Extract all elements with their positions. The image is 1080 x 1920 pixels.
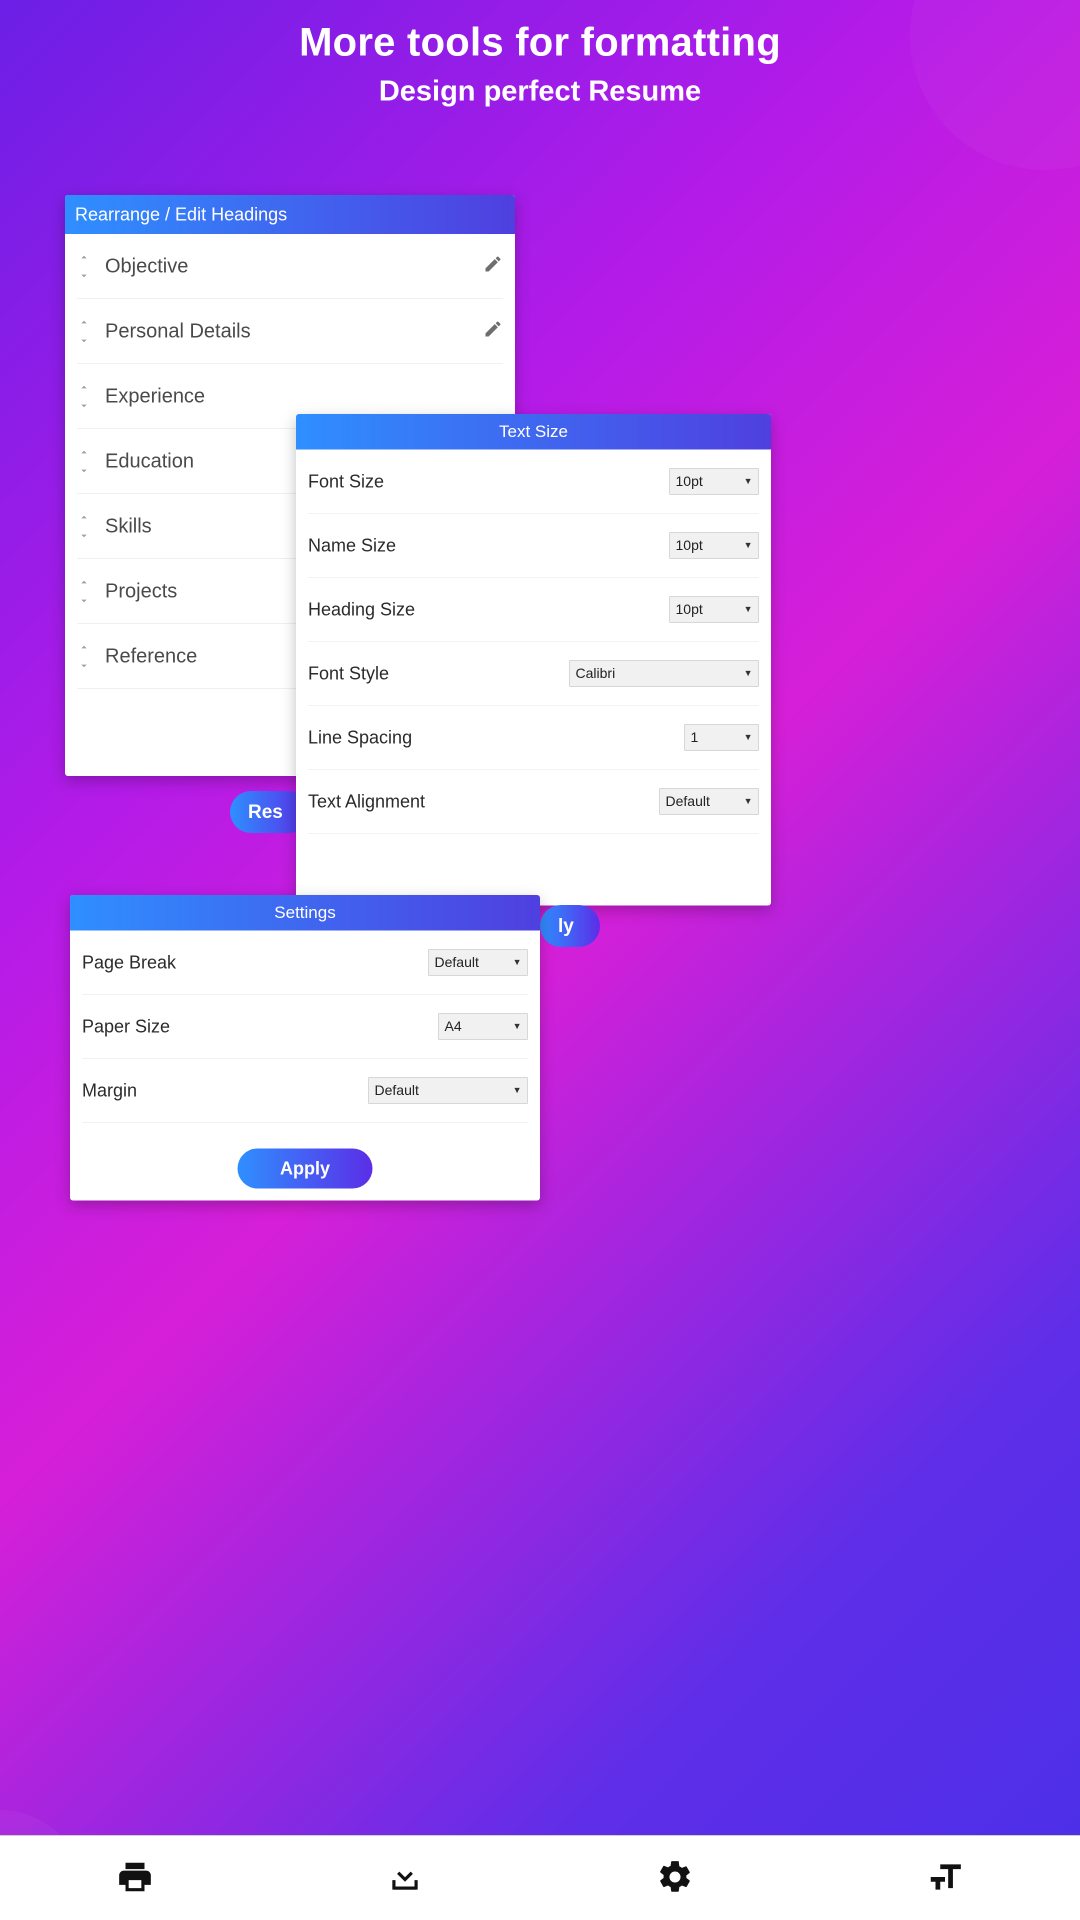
select-value: Default — [375, 1082, 419, 1098]
heading-label: Reference — [105, 645, 197, 668]
drag-handle-icon[interactable] — [77, 318, 91, 345]
drag-handle-icon[interactable] — [77, 578, 91, 605]
option-row: Heading Size 10pt ▼ — [308, 578, 759, 642]
print-icon — [116, 1858, 154, 1899]
heading-label: Experience — [105, 385, 205, 408]
option-row: Page Break Default ▼ — [82, 931, 528, 995]
bottombar-download[interactable] — [270, 1836, 540, 1920]
chevron-down-icon: ▼ — [744, 540, 753, 551]
option-row: Name Size 10pt ▼ — [308, 514, 759, 578]
textsize-apply-label: ly — [558, 915, 574, 937]
select[interactable]: Calibri ▼ — [569, 660, 759, 687]
select[interactable]: Default ▼ — [368, 1077, 528, 1104]
select[interactable]: Default ▼ — [659, 788, 759, 815]
select[interactable]: 10pt ▼ — [669, 468, 759, 495]
settings-apply-label: Apply — [280, 1158, 330, 1179]
gear-icon — [656, 1858, 694, 1899]
option-label: Font Size — [308, 471, 384, 492]
select[interactable]: A4 ▼ — [438, 1013, 528, 1040]
chevron-down-icon: ▼ — [744, 476, 753, 487]
settings-header: Settings — [70, 895, 540, 931]
bottom-bar — [0, 1835, 1080, 1920]
settings-apply-button[interactable]: Apply — [238, 1149, 373, 1189]
reset-button-label: Res — [248, 801, 283, 823]
chevron-down-icon: ▼ — [513, 1085, 522, 1096]
select-value: 1 — [691, 729, 699, 745]
option-label: Text Alignment — [308, 791, 425, 812]
option-row: Line Spacing1▼ — [308, 706, 759, 770]
edit-icon[interactable] — [483, 319, 503, 344]
chevron-down-icon: ▼ — [744, 604, 753, 615]
option-row: Font Size 10pt ▼ — [308, 450, 759, 514]
hero: More tools for formatting Design perfect… — [0, 19, 1080, 108]
chevron-down-icon: ▼ — [744, 796, 753, 807]
select-value: A4 — [445, 1018, 462, 1034]
option-label: Line Spacing — [308, 727, 412, 748]
textsize-header: Text Size — [296, 414, 771, 450]
option-label: Margin — [82, 1080, 137, 1101]
chevron-down-icon: ▼ — [744, 732, 753, 743]
select-value: Calibri — [576, 665, 616, 681]
select[interactable]: 1▼ — [684, 724, 759, 751]
select[interactable]: 10pt ▼ — [669, 532, 759, 559]
option-row: Margin Default ▼ — [82, 1059, 528, 1123]
heading-row[interactable]: Personal Details — [77, 299, 503, 364]
select-value: 10pt — [676, 601, 703, 617]
heading-label: Education — [105, 450, 194, 473]
heading-label: Personal Details — [105, 320, 251, 343]
chevron-down-icon: ▼ — [513, 1021, 522, 1032]
option-row: Text Alignment Default ▼ — [308, 770, 759, 834]
bottombar-settings[interactable] — [540, 1836, 810, 1920]
select-value: Default — [666, 793, 710, 809]
drag-handle-icon[interactable] — [77, 448, 91, 475]
select-value: 10pt — [676, 473, 703, 489]
option-row: Font Style Calibri ▼ — [308, 642, 759, 706]
edit-icon[interactable] — [483, 254, 503, 279]
textsize-icon — [926, 1858, 964, 1899]
download-icon — [386, 1858, 424, 1899]
chevron-down-icon: ▼ — [744, 668, 753, 679]
textsize-card: Text Size Font Size10pt▼Name Size10pt▼He… — [296, 414, 771, 906]
bottombar-print[interactable] — [0, 1836, 270, 1920]
hero-title: More tools for formatting — [0, 19, 1080, 65]
textsize-apply-button[interactable]: ly — [540, 905, 600, 947]
drag-handle-icon[interactable] — [77, 253, 91, 280]
hero-subtitle: Design perfect Resume — [0, 74, 1080, 108]
textsize-options: Font Size10pt▼Name Size10pt▼Heading Size… — [296, 450, 771, 906]
drag-handle-icon[interactable] — [77, 643, 91, 670]
select-value: 10pt — [676, 537, 703, 553]
option-label: Page Break — [82, 952, 176, 973]
settings-card: Settings Page Break Default ▼ Paper Size A4 ▼… — [70, 895, 540, 1201]
option-label: Heading Size — [308, 599, 415, 620]
option-row: Paper Size A4 ▼ — [82, 995, 528, 1059]
heading-row[interactable]: Objective — [77, 234, 503, 299]
rearrange-header: Rearrange / Edit Headings — [65, 195, 515, 234]
drag-handle-icon[interactable] — [77, 513, 91, 540]
chevron-down-icon: ▼ — [513, 957, 522, 968]
heading-label: Skills — [105, 515, 152, 538]
heading-label: Projects — [105, 580, 177, 603]
drag-handle-icon[interactable] — [77, 383, 91, 410]
option-label: Name Size — [308, 535, 396, 556]
settings-options: Page Break Default ▼ Paper Size A4 ▼ Margin Def… — [70, 931, 540, 1135]
select-value: Default — [435, 954, 479, 970]
option-label: Font Style — [308, 663, 389, 684]
option-label: Paper Size — [82, 1016, 170, 1037]
select[interactable]: Default ▼ — [428, 949, 528, 976]
select[interactable]: 10pt ▼ — [669, 596, 759, 623]
heading-label: Objective — [105, 255, 188, 278]
bottombar-textsize[interactable] — [810, 1836, 1080, 1920]
